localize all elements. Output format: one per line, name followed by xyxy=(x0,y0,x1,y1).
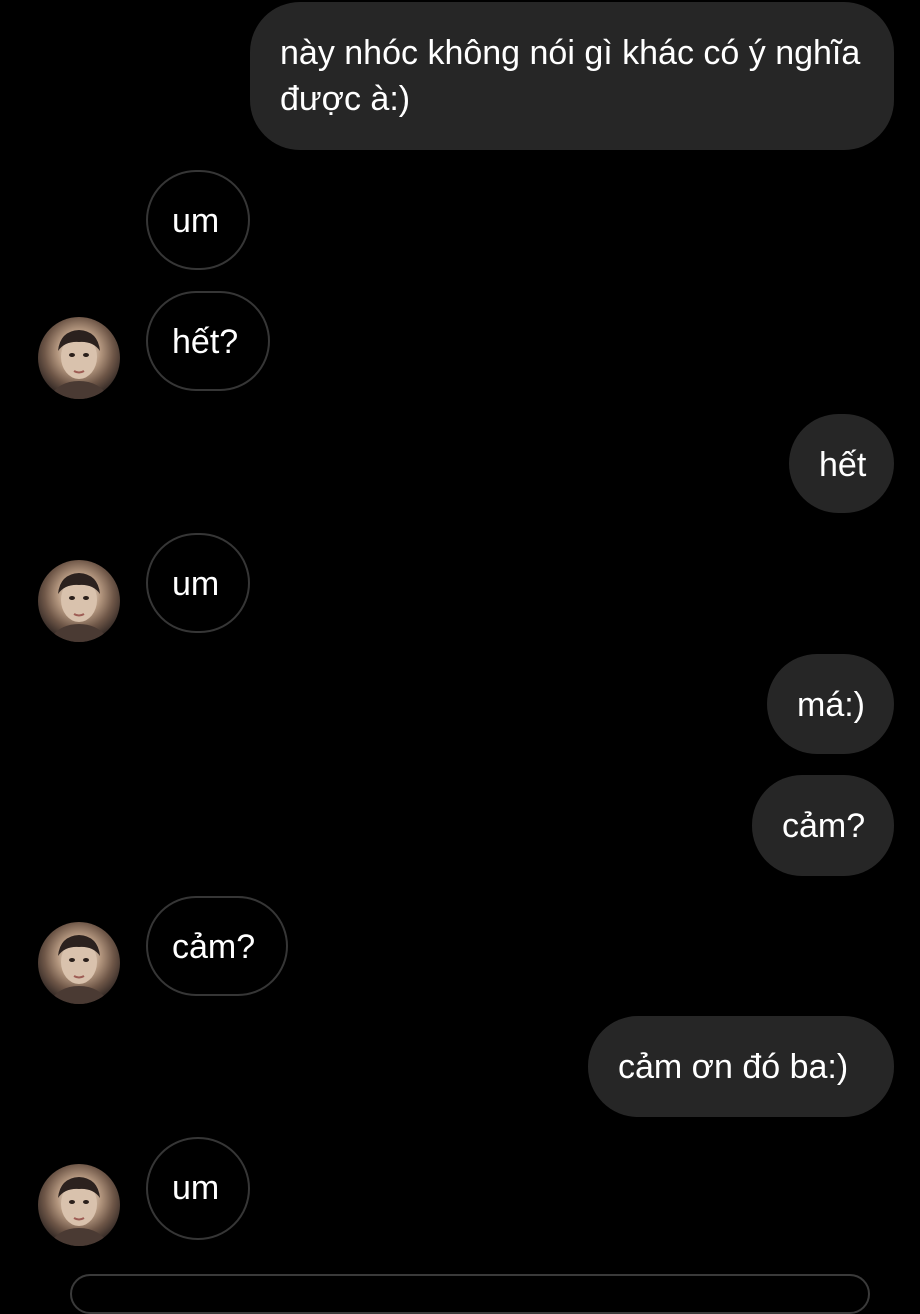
outgoing-message[interactable]: cảm ơn đó ba:) xyxy=(588,1016,894,1117)
incoming-message[interactable]: um xyxy=(146,533,250,633)
outgoing-message[interactable]: má:) xyxy=(767,654,894,754)
avatar-portrait-icon xyxy=(48,935,110,1004)
contact-avatar[interactable] xyxy=(38,560,120,642)
contact-avatar[interactable] xyxy=(38,317,120,399)
outgoing-message[interactable]: hết xyxy=(789,414,894,513)
incoming-message[interactable]: cảm? xyxy=(146,896,288,996)
outgoing-message[interactable]: này nhóc không nói gì khác có ý nghĩa đư… xyxy=(250,2,894,150)
incoming-message[interactable]: um xyxy=(146,1137,250,1240)
message-composer[interactable] xyxy=(70,1274,870,1314)
avatar-portrait-icon xyxy=(48,1177,110,1246)
avatar-portrait-icon xyxy=(48,573,110,642)
incoming-message[interactable]: hết? xyxy=(146,291,270,391)
contact-avatar[interactable] xyxy=(38,922,120,1004)
avatar-portrait-icon xyxy=(48,330,110,399)
outgoing-message[interactable]: cảm? xyxy=(752,775,894,876)
contact-avatar[interactable] xyxy=(38,1164,120,1246)
incoming-message[interactable]: um xyxy=(146,170,250,270)
